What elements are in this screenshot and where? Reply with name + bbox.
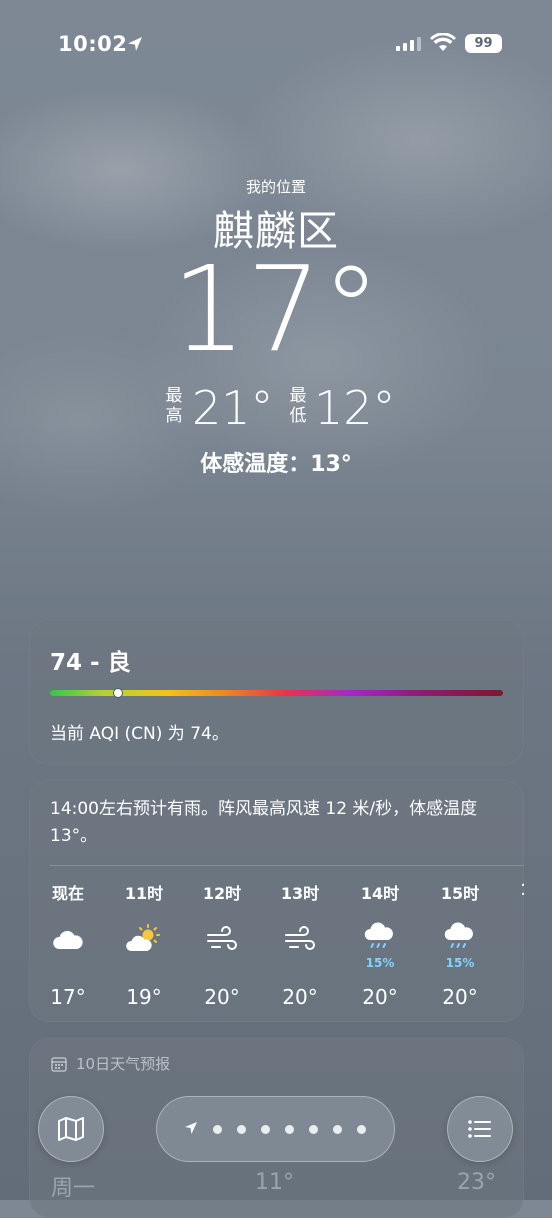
high-label: 最高 — [165, 386, 183, 426]
list-icon — [468, 1120, 491, 1138]
aqi-value: 74 - 良 — [50, 650, 131, 676]
hourly-forecast-card[interactable]: 14:00左右预计有雨。阵风最高风速 12 米/秒，体感温度 13°。 现在 1… — [29, 780, 524, 1022]
location-arrow-icon — [185, 1122, 197, 1134]
low-temperature: 12° — [314, 381, 396, 435]
hour-temp: 20° — [442, 985, 478, 1009]
page-dot — [261, 1125, 270, 1134]
wind-icon — [207, 926, 237, 950]
page-dot — [357, 1125, 366, 1134]
battery-indicator: 99 — [465, 34, 502, 53]
forecast-low: 11° — [255, 1170, 294, 1195]
low-label: 最低 — [289, 386, 307, 426]
hour-label: 现在 — [51, 884, 84, 903]
hour-temp: 20° — [204, 985, 240, 1009]
page-dot — [333, 1125, 342, 1134]
page-dot — [213, 1125, 222, 1134]
cellular-signal-icon — [396, 37, 421, 51]
hour-label: 12时 — [202, 884, 242, 903]
wind-icon — [285, 926, 315, 950]
hour-label: 11时 — [124, 884, 164, 903]
location-list-button[interactable] — [447, 1096, 513, 1162]
rain-cloud-icon — [444, 922, 473, 948]
high-low-row: 最高 21° 最低 12° — [0, 380, 552, 436]
hour-temp: 19° — [126, 985, 162, 1009]
hour-label: 13时 — [280, 884, 320, 903]
precip-chance: 15% — [445, 956, 475, 970]
partly-sunny-icon — [126, 924, 160, 951]
location-subtitle: 我的位置 — [245, 178, 306, 196]
hourly-summary: 14:00左右预计有雨。阵风最高风速 12 米/秒，体感温度 13°。 — [50, 799, 478, 846]
map-button[interactable] — [38, 1096, 104, 1162]
current-temperature: 17° — [171, 240, 381, 378]
status-time: 10:02 — [58, 32, 128, 56]
divider — [50, 865, 524, 866]
hour-temp: 20° — [362, 985, 398, 1009]
aqi-description: 当前 AQI (CN) 为 74。 — [50, 724, 229, 744]
location-arrow-icon — [128, 37, 142, 51]
forecast-header: 10日天气预报 — [76, 1055, 171, 1073]
status-bar: 10:02 99 — [0, 0, 552, 90]
aqi-level-marker — [112, 688, 123, 698]
page-indicator[interactable] — [156, 1096, 395, 1162]
hour-temp: 17° — [50, 985, 86, 1009]
cloud-icon — [53, 930, 83, 949]
hour-label: 1 — [491, 880, 524, 899]
hour-label: 14时 — [360, 884, 400, 903]
page-dot — [309, 1125, 318, 1134]
high-temperature: 21° — [192, 381, 274, 435]
precip-chance: 15% — [365, 956, 395, 970]
forecast-day: 周一 — [51, 1176, 96, 1201]
rain-cloud-icon — [364, 922, 393, 948]
feels-like: 体感温度：13° — [200, 452, 352, 477]
aqi-card[interactable]: 74 - 良 当前 AQI (CN) 为 74。 — [29, 619, 524, 765]
page-dot — [285, 1125, 294, 1134]
forecast-high: 23° — [457, 1170, 496, 1195]
page-dot — [237, 1125, 246, 1134]
wifi-icon — [430, 33, 456, 51]
hourly-scroll[interactable]: 现在 17° 11时 19° 12时 20° 13时 20° 14时 15% 2… — [29, 880, 524, 1015]
hour-label: 15时 — [440, 884, 480, 903]
hour-temp: 20° — [282, 985, 318, 1009]
map-icon — [58, 1117, 84, 1141]
calendar-icon — [51, 1057, 67, 1072]
